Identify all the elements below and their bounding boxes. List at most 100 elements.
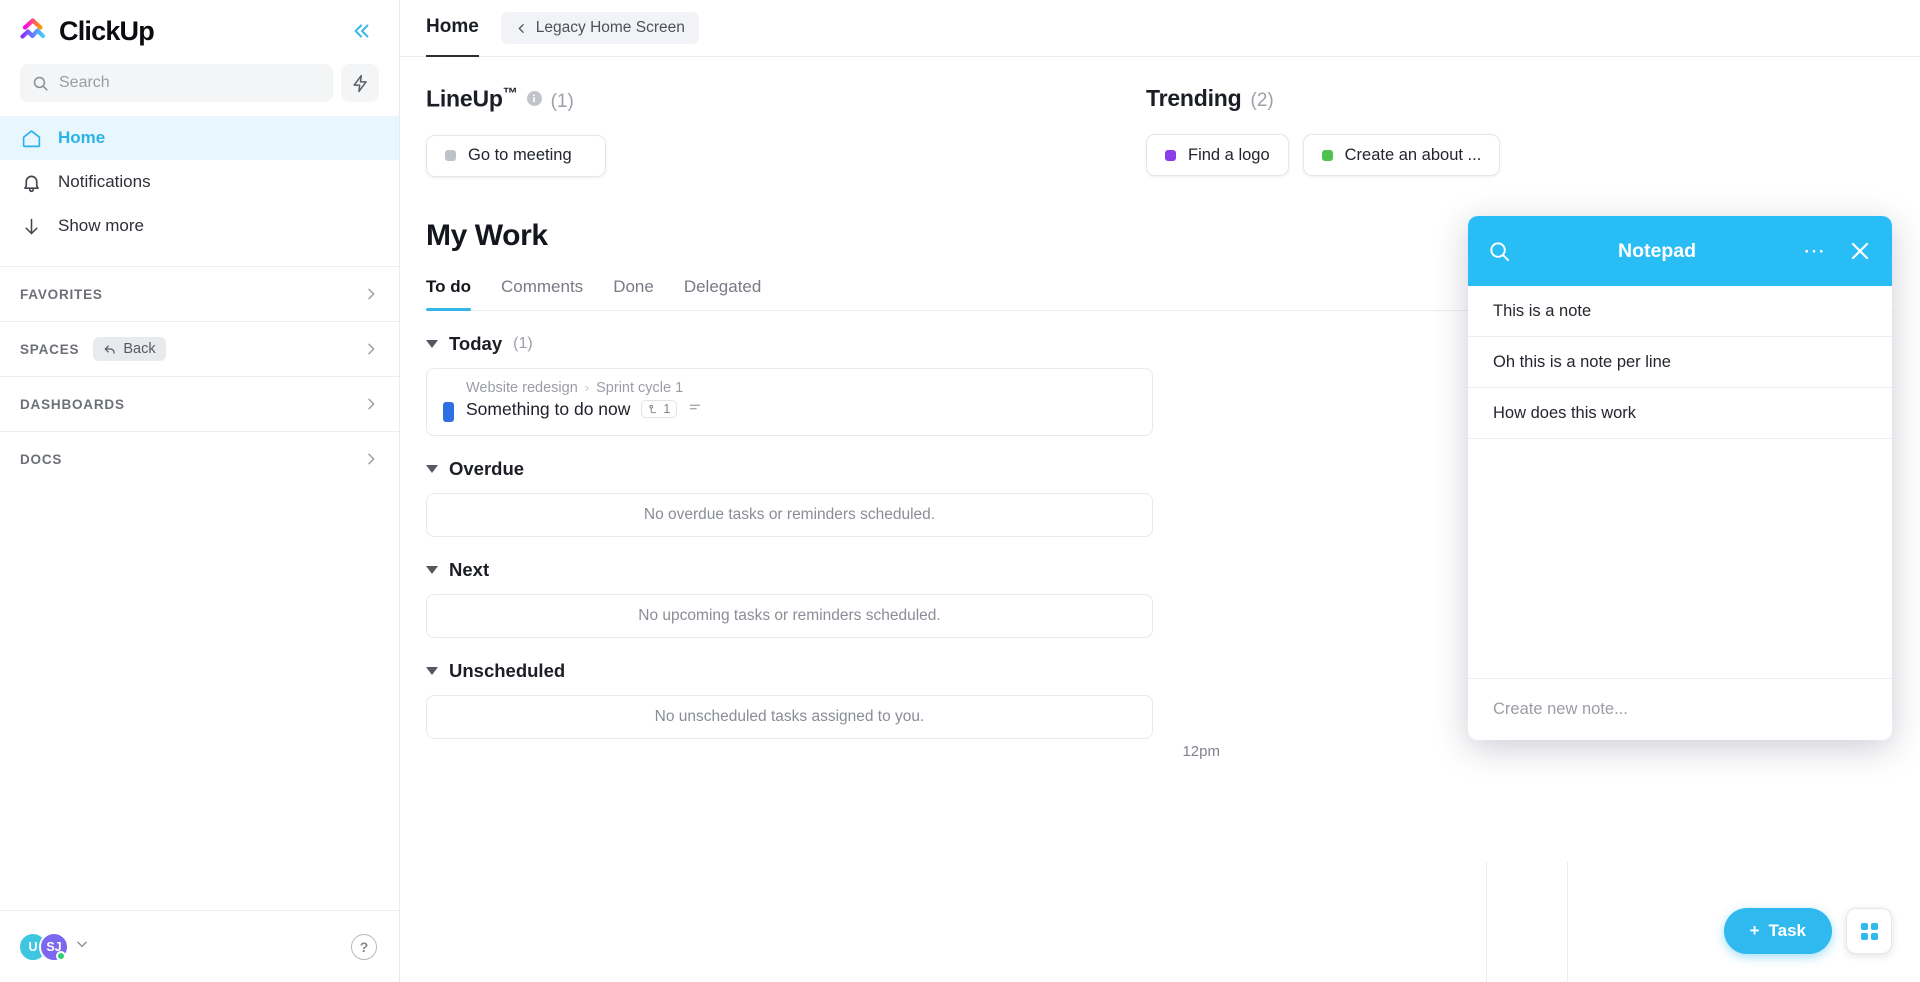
sidebar-collapse-button[interactable] [347,16,377,46]
avatar-group[interactable]: U SJ [18,931,89,962]
group-count-today: (1) [513,334,533,352]
quick-action-button[interactable] [341,64,379,102]
calendar-time-label: 12pm [1182,743,1220,760]
group-label-today: Today [449,332,503,354]
info-icon[interactable]: i [526,91,542,107]
task-row[interactable]: Website redesign › Sprint cycle 1 Someth… [426,367,1153,436]
sidebar-header: ClickUp [0,0,399,62]
clickup-logo-icon [20,16,50,46]
search-placeholder: Search [59,74,110,91]
description-icon [688,400,702,419]
triangle-down-icon [426,666,438,675]
sidebar-section-label-spaces: SPACES [20,341,80,357]
top-widgets-row: LineUp™ i (1) Go to meeting Trending (2)… [426,57,1894,177]
note-item[interactable]: This is a note [1468,286,1892,337]
trending-card[interactable]: Create an about ... [1302,134,1501,176]
lineup-card[interactable]: Go to meeting [426,134,606,177]
sidebar-section-label-dashboards: DASHBOARDS [20,396,125,412]
sidebar-section-dashboards[interactable]: DASHBOARDS [0,376,399,431]
notepad-menu-button[interactable]: ⋯ [1803,240,1826,262]
tab-delegated[interactable]: Delegated [684,277,762,310]
group-label-next: Next [449,558,490,580]
sidebar-section-label-favorites: FAVORITES [20,286,103,302]
triangle-down-icon [426,565,438,574]
online-status-dot [56,950,66,961]
floating-action-row: + Task [1723,908,1892,954]
new-note-input[interactable]: Create new note... [1493,700,1628,719]
task-content: Website redesign › Sprint cycle 1 Someth… [466,380,702,420]
notepad-close-button[interactable] [1848,239,1872,263]
notepad-search-button[interactable] [1488,240,1511,263]
trending-count: (2) [1250,90,1274,111]
brand-logo[interactable]: ClickUp [20,16,155,47]
tab-comments[interactable]: Comments [501,277,583,310]
sidebar-section-label-docs: DOCS [20,451,63,467]
sidebar-item-notifications[interactable]: Notifications [0,160,399,204]
sidebar-item-label-notifications: Notifications [58,172,151,191]
bell-icon [20,171,42,193]
group-label-unscheduled: Unscheduled [449,659,566,681]
status-square [445,150,456,162]
back-arrow-icon [105,345,116,354]
sidebar-item-home[interactable]: Home [0,116,399,160]
note-item[interactable]: Oh this is a note per line [1468,337,1892,388]
chevron-right-icon [363,451,379,467]
empty-state-overdue: No overdue tasks or reminders scheduled. [426,492,1153,537]
sidebar-section-spaces[interactable]: SPACES Back [0,321,399,376]
notepad-panel: Notepad ⋯ This is a note Oh this is a no… [1468,216,1892,740]
task-status-square[interactable] [443,401,454,422]
help-button[interactable]: ? [351,933,377,960]
lineup-cards: Go to meeting [426,134,1146,177]
empty-state-next: No upcoming tasks or reminders scheduled… [426,593,1153,638]
lineup-card-label: Go to meeting [468,146,572,165]
legacy-home-screen-button[interactable]: Legacy Home Screen [500,12,699,44]
app-grid-icon [1860,922,1878,940]
tab-home[interactable]: Home [426,0,479,57]
clickup-app: ClickUp Search Home Notifications Show m… [0,0,1920,982]
trending-section: Trending (2) Find a logo Create an about… [1146,85,1894,177]
trending-card-label: Find a logo [1188,145,1270,164]
chevron-left-icon [518,23,524,33]
chevron-right-icon [363,286,379,302]
sidebar-item-show-more[interactable]: Show more [0,204,399,248]
sidebar-search-row: Search [0,64,399,102]
subtask-count: 1 [663,402,671,417]
breadcrumb-separator: › [584,380,590,396]
breadcrumb-list: Sprint cycle 1 [596,379,684,396]
trending-cards: Find a logo Create an about ... [1146,134,1894,176]
spaces-back-label: Back [123,341,156,357]
chevron-right-icon [363,396,379,412]
trending-card[interactable]: Find a logo [1146,134,1289,176]
new-task-button[interactable]: + Task [1723,908,1832,954]
sidebar-section-favorites[interactable]: FAVORITES [0,266,399,321]
tab-todo[interactable]: To do [426,277,471,311]
chevron-down-icon[interactable] [75,937,89,956]
triangle-down-icon [426,339,438,348]
spaces-back-button[interactable]: Back [93,337,166,361]
sidebar-section-docs[interactable]: DOCS [0,431,399,486]
sidebar: ClickUp Search Home Notifications Show m… [0,0,400,982]
note-item[interactable]: How does this work [1468,388,1892,439]
notepad-header: Notepad ⋯ [1468,216,1892,286]
top-bar: Home Legacy Home Screen [400,0,1920,57]
search-input[interactable]: Search [20,64,333,102]
arrow-down-icon [20,215,42,237]
tab-done[interactable]: Done [613,277,654,310]
app-grid-button[interactable] [1846,908,1892,954]
legacy-home-screen-label: Legacy Home Screen [535,19,685,36]
plus-icon: + [1749,921,1760,940]
task-name: Something to do now [466,398,631,419]
trademark-mark: ™ [502,85,518,102]
close-icon [1851,242,1869,260]
group-label-overdue: Overdue [449,457,525,479]
subtask-badge[interactable]: 1 [641,400,678,419]
breadcrumb-space: Website redesign [466,379,578,396]
search-icon [33,76,48,91]
lineup-header: LineUp™ i (1) [426,85,1146,113]
new-task-label: Task [1768,921,1807,940]
lineup-section: LineUp™ i (1) Go to meeting [426,85,1146,177]
sidebar-footer: U SJ ? [0,910,399,982]
trending-title: Trending [1146,85,1242,111]
